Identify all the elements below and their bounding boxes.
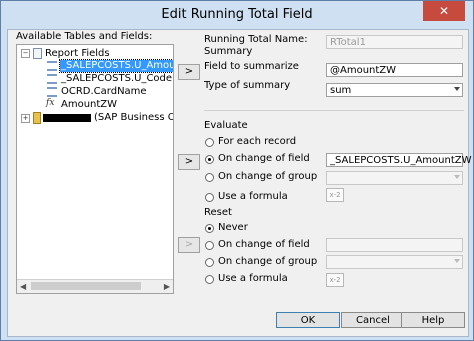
tree-item-report-fields[interactable]: Report Fields [45,48,110,60]
evaluate-each-record-label[interactable]: For each record [218,136,296,147]
evaluate-change-of-field-label[interactable]: On change of field [218,153,310,164]
reset-never-radio[interactable] [205,224,214,233]
chevron-down-icon [454,175,460,179]
tree-item-sap-business-one[interactable]: (SAP Business One) [94,112,173,124]
summary-label: Summary [204,46,253,57]
tree-item-amountzw-formula[interactable]: AmountZW [61,99,117,111]
report-icon [33,48,42,59]
evaluate-change-of-group-label[interactable]: On change of group [218,171,317,182]
evaluate-group-select [326,171,463,185]
add-evaluate-field-button[interactable]: > [178,154,200,170]
window-title: Edit Running Total Field [161,7,313,22]
evaluate-each-record-radio[interactable] [205,138,214,147]
close-button[interactable]: ✕ [423,1,465,21]
add-summarize-field-button[interactable]: > [178,64,200,80]
reset-label: Reset [204,207,232,218]
running-total-name-input[interactable]: RTotal1 [326,35,463,49]
add-reset-field-button[interactable]: > [178,237,200,253]
collapse-toggle-icon[interactable]: − [21,49,30,58]
type-of-summary-select[interactable]: sum [326,83,463,97]
horizontal-scrollbar[interactable]: ◀ ▶ [17,279,173,293]
evaluate-change-of-group-radio[interactable] [205,173,214,182]
help-button[interactable]: Help [401,312,465,328]
title-bar: Edit Running Total Field ✕ [1,1,473,29]
reset-change-of-group-label[interactable]: On change of group [218,256,317,267]
formula-editor-icon: x-2 [326,188,344,202]
available-fields-label: Available Tables and Fields: [16,31,153,42]
field-icon [47,61,57,71]
evaluate-use-formula-label[interactable]: Use a formula [218,191,288,202]
evaluate-field-input[interactable]: _SALEPCOSTS.U_AmountZW [326,153,471,167]
cancel-button[interactable]: Cancel [341,312,405,328]
fields-tree[interactable]: − Report Fields _SALEPCOSTS.U_AmountZW _… [16,44,174,294]
running-total-name-label: Running Total Name: [204,34,308,45]
formula-editor-icon: x-2 [326,273,344,287]
field-icon [47,87,57,97]
scroll-thumb[interactable] [31,282,141,290]
scroll-left-icon[interactable]: ◀ [20,282,26,291]
evaluate-label: Evaluate [204,120,248,131]
reset-use-formula-label[interactable]: Use a formula [218,273,288,284]
evaluate-change-of-field-radio[interactable] [205,155,214,164]
formula-icon: fx [46,98,55,108]
tree-item-cardname-field[interactable]: OCRD.CardName [61,86,147,98]
reset-change-of-field-label[interactable]: On change of field [218,239,310,250]
dialog-body: Available Tables and Fields: − Report Fi… [7,29,471,337]
ok-button[interactable]: OK [276,312,340,328]
field-icon [47,74,57,84]
reset-never-label[interactable]: Never [218,222,248,233]
tree-item-code-field[interactable]: _SALEPCOSTS.U_Code [61,73,172,85]
field-to-summarize-input[interactable]: @AmountZW [326,63,463,77]
scroll-right-icon[interactable]: ▶ [164,282,170,291]
evaluate-use-formula-radio[interactable] [205,193,214,202]
database-icon [33,112,41,124]
separator [204,110,464,111]
reset-use-formula-radio[interactable] [205,275,214,284]
expand-toggle-icon[interactable]: + [21,114,30,123]
tree-item-amountzw-field[interactable]: _SALEPCOSTS.U_AmountZW [58,59,173,73]
field-to-summarize-label: Field to summarize [204,61,299,72]
reset-group-select [326,255,463,269]
dialog-window: Edit Running Total Field ✕ Available Tab… [0,0,474,341]
reset-change-of-group-radio[interactable] [205,258,214,267]
reset-field-input [326,238,463,252]
type-of-summary-value: sum [330,85,352,96]
type-of-summary-label: Type of summary [204,80,291,91]
redacted-name [43,114,91,122]
chevron-down-icon[interactable] [454,87,460,91]
reset-change-of-field-radio[interactable] [205,241,214,250]
chevron-down-icon [454,259,460,263]
